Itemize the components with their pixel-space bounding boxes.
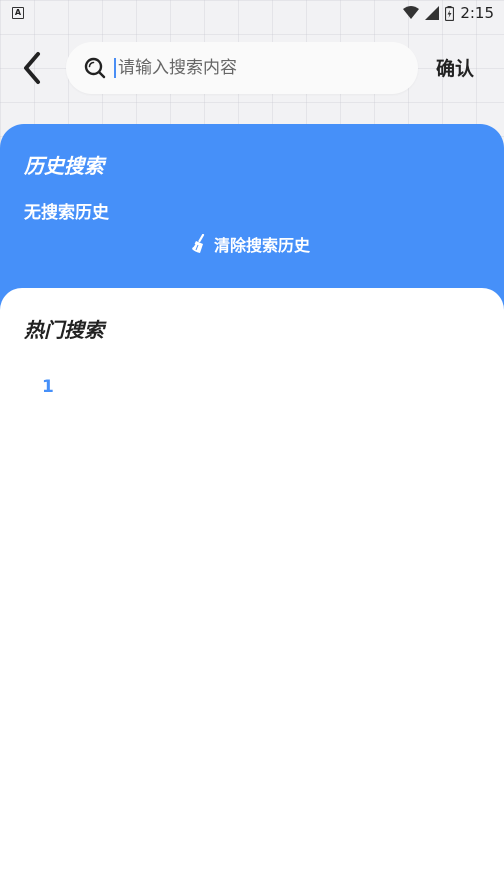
hot-search-section: 热门搜索 1	[0, 288, 504, 894]
search-icon	[82, 55, 108, 81]
clear-history-button[interactable]: 清除搜索历史	[190, 232, 310, 256]
broom-icon	[192, 234, 205, 253]
wifi-icon	[403, 6, 420, 20]
hot-search-item[interactable]: 1	[42, 374, 54, 400]
status-bar: A 2:15	[0, 0, 504, 26]
chevron-left-icon	[24, 52, 40, 84]
search-header: 确认	[0, 40, 504, 96]
notification-a-icon: A	[12, 7, 24, 19]
history-section: 历史搜索 无搜索历史 清除搜索历史	[0, 124, 504, 314]
status-time: 2:15	[460, 4, 494, 22]
history-title: 历史搜索	[24, 154, 104, 178]
hot-search-rank: 1	[42, 377, 54, 397]
back-button[interactable]	[14, 50, 50, 86]
hot-search-list: 1	[42, 374, 54, 400]
signal-icon	[425, 6, 440, 20]
history-empty-text: 无搜索历史	[24, 203, 109, 223]
search-input[interactable]	[114, 58, 404, 78]
battery-icon	[445, 5, 455, 21]
confirm-button[interactable]: 确认	[436, 54, 474, 81]
hot-search-title: 热门搜索	[24, 318, 104, 342]
clear-history-label: 清除搜索历史	[214, 236, 311, 255]
search-box[interactable]	[66, 42, 418, 94]
